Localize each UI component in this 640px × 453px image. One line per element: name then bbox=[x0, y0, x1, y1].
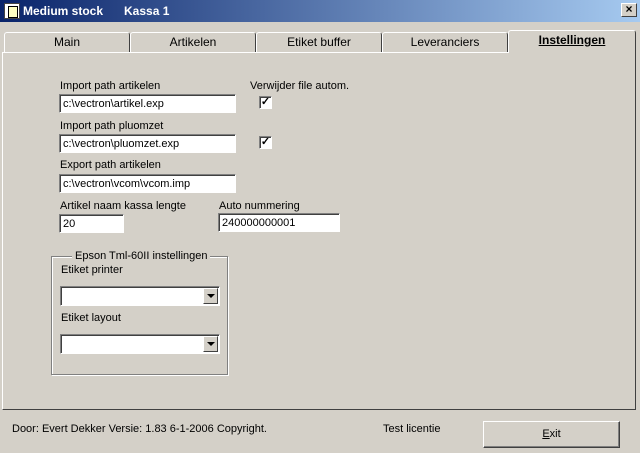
export-artikelen-label: Export path artikelen bbox=[60, 159, 161, 171]
exit-accelerator: E bbox=[542, 428, 550, 440]
etiket-printer-label: Etiket printer bbox=[61, 264, 123, 276]
tab-main[interactable]: Main bbox=[4, 32, 130, 52]
tab-instellingen[interactable]: Instellingen bbox=[508, 30, 636, 53]
etiket-printer-select[interactable] bbox=[60, 286, 220, 306]
remove-file-label: Verwijder file autom. bbox=[250, 80, 350, 92]
status-bar: Door: Evert Dekker Versie: 1.83 6-1-2006… bbox=[0, 412, 640, 453]
printer-group-title: Epson Tml-60II instellingen bbox=[72, 250, 211, 262]
import-pluomzet-input[interactable] bbox=[59, 134, 236, 153]
license-text: Test licentie bbox=[383, 423, 441, 435]
window-title: Medium stock bbox=[23, 4, 104, 18]
exit-button[interactable]: Exit bbox=[483, 421, 620, 448]
tab-artikelen[interactable]: Artikelen bbox=[130, 32, 256, 52]
etiket-layout-select[interactable] bbox=[60, 334, 220, 354]
import-artikelen-label: Import path artikelen bbox=[60, 80, 161, 92]
tab-leveranciers[interactable]: Leveranciers bbox=[382, 32, 508, 52]
auto-numbering-input[interactable] bbox=[218, 213, 340, 232]
window-subtitle: Kassa 1 bbox=[124, 4, 170, 18]
app-icon[interactable] bbox=[4, 3, 20, 19]
auto-numbering-label: Auto nummering bbox=[219, 200, 300, 212]
remove-artikelen-checkbox[interactable]: ✓ bbox=[259, 96, 272, 109]
chevron-down-icon[interactable] bbox=[203, 336, 218, 352]
name-length-label: Artikel naam kassa lengte bbox=[60, 200, 186, 212]
chevron-down-icon[interactable] bbox=[203, 288, 218, 304]
title-bar[interactable]: Medium stock Kassa 1 × bbox=[0, 0, 640, 22]
credits-text: Door: Evert Dekker Versie: 1.83 6-1-2006… bbox=[12, 423, 267, 435]
printer-settings-group: Epson Tml-60II instellingen Etiket print… bbox=[51, 250, 228, 375]
name-length-input[interactable] bbox=[59, 214, 124, 233]
etiket-layout-label: Etiket layout bbox=[61, 312, 121, 324]
tab-strip: Main Artikelen Etiket buffer Leverancier… bbox=[0, 30, 640, 53]
exit-label: xit bbox=[549, 428, 561, 440]
remove-pluomzet-checkbox[interactable]: ✓ bbox=[259, 136, 272, 149]
import-pluomzet-label: Import path pluomzet bbox=[60, 120, 164, 132]
close-button[interactable]: × bbox=[621, 3, 637, 17]
import-artikelen-input[interactable] bbox=[59, 94, 236, 113]
tab-etiket-buffer[interactable]: Etiket buffer bbox=[256, 32, 382, 52]
export-artikelen-input[interactable] bbox=[59, 174, 236, 193]
